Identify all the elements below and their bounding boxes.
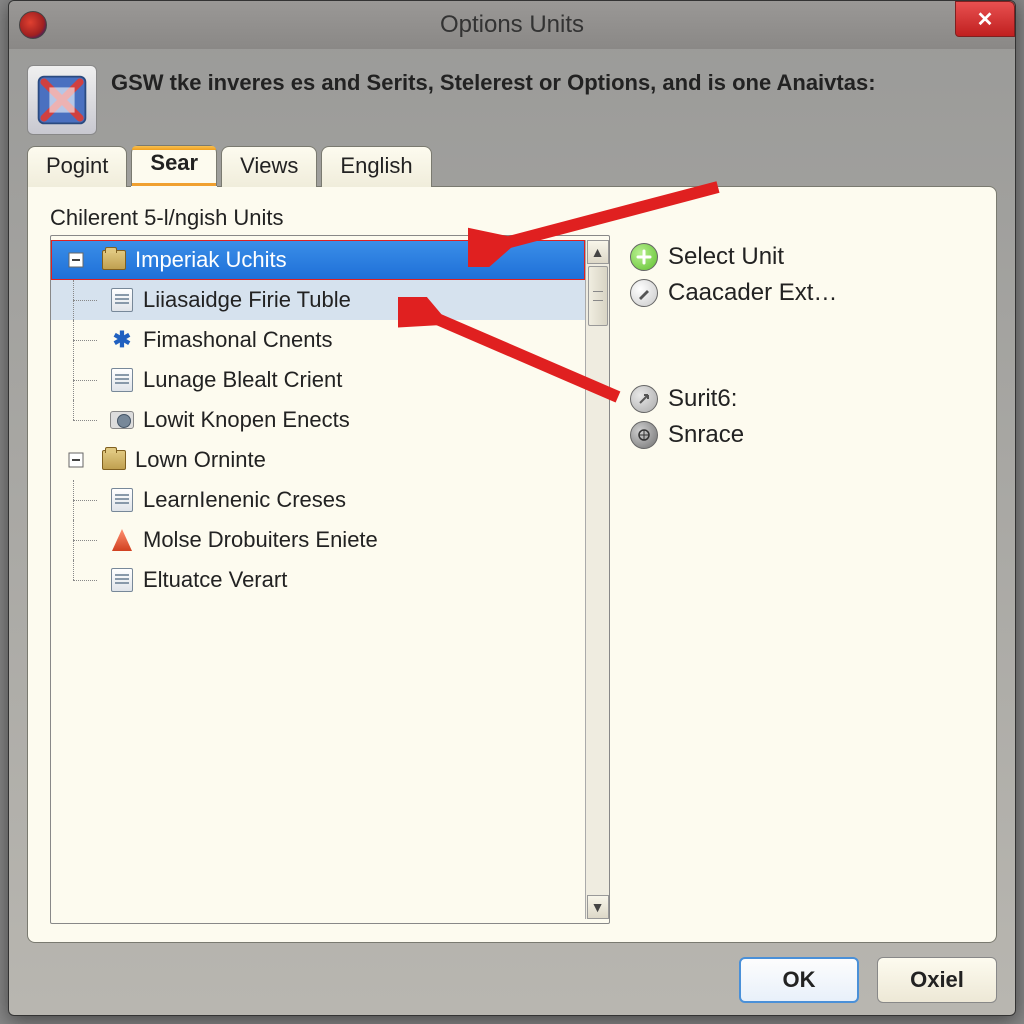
expand-icon[interactable] (61, 246, 91, 274)
snrace-label: Snrace (668, 421, 744, 449)
document-icon (107, 566, 137, 594)
unit-tree: Imperiak UchitsLiiasaidge Firie Tuble✱Fi… (50, 235, 610, 924)
caacader-action[interactable]: Caacader Ext… (630, 275, 974, 311)
folder-icon (99, 446, 129, 474)
tree-item-label: Imperiak Uchits (135, 247, 287, 273)
header-icon (27, 65, 97, 135)
select-unit-label: Select Unit (668, 243, 784, 271)
select-unit-action[interactable]: Select Unit (630, 239, 974, 275)
tree-scrollbar[interactable]: ▲ ▼ (585, 240, 609, 919)
chevron-down-icon: ▼ (591, 899, 605, 915)
camera-icon (107, 406, 137, 434)
surit-action[interactable]: Surit6: (630, 381, 974, 417)
asterisk-icon: ✱ (107, 326, 137, 354)
tree-item-label: Liiasaidge Firie Tuble (143, 287, 351, 313)
tab-pogint[interactable]: Pogint (27, 146, 127, 187)
tree-item-label: Molse Drobuiters Eniete (143, 527, 378, 553)
tree-item-label: Fimashonal Cnents (143, 327, 333, 353)
ok-button[interactable]: OK (739, 957, 859, 1003)
content-row: Imperiak UchitsLiiasaidge Firie Tuble✱Fi… (50, 235, 974, 924)
tab-row: Pogint Sear Views English (27, 145, 997, 186)
tree-item-label: Eltuatce Verart (143, 567, 287, 593)
tree-item[interactable]: ✱Fimashonal Cnents (51, 320, 585, 360)
options-window: Options Units ✕ GSW tke inveres es and S… (8, 0, 1016, 1016)
tree-item-label: LearnIenenic Creses (143, 487, 346, 513)
scroll-thumb[interactable] (588, 266, 608, 326)
tree-item[interactable]: Imperiak Uchits (51, 240, 585, 280)
titlebar: Options Units ✕ (9, 1, 1015, 49)
tree-item[interactable]: Lowit Knopen Enects (51, 400, 585, 440)
arrow-icon (630, 385, 658, 413)
tab-sear[interactable]: Sear (131, 145, 217, 186)
cancel-button[interactable]: Oxiel (877, 957, 997, 1003)
dialog-buttons: OK Oxiel (27, 943, 997, 1003)
document-icon (107, 486, 137, 514)
window-title: Options Units (440, 11, 584, 39)
header-description: GSW tke inveres es and Serits, Stelerest… (111, 65, 876, 135)
tree-item-label: Lowit Knopen Enects (143, 407, 350, 433)
chevron-up-icon: ▲ (591, 244, 605, 260)
header-row: GSW tke inveres es and Serits, Stelerest… (27, 65, 997, 135)
tree-item[interactable]: Lunage Blealt Crient (51, 360, 585, 400)
plus-icon (630, 243, 658, 271)
close-button[interactable]: ✕ (955, 1, 1015, 37)
tab-panel: Chilerent 5-l/ngish Units Imperiak Uchit… (27, 186, 997, 943)
document-icon (107, 366, 137, 394)
scroll-down-button[interactable]: ▼ (587, 895, 609, 919)
tree-item[interactable]: Molse Drobuiters Eniete (51, 520, 585, 560)
tree-wrap: Imperiak UchitsLiiasaidge Firie Tuble✱Fi… (50, 235, 610, 924)
dialog-body: GSW tke inveres es and Serits, Stelerest… (9, 49, 1015, 1015)
tab-english[interactable]: English (321, 146, 431, 187)
folder-icon (99, 246, 129, 274)
close-icon: ✕ (977, 7, 994, 32)
tree-item-label: Lown Orninte (135, 447, 266, 473)
tree-item[interactable]: Lown Orninte (51, 440, 585, 480)
tree-item[interactable]: Eltuatce Verart (51, 560, 585, 600)
app-icon (19, 11, 47, 39)
tree-item[interactable]: Liiasaidge Firie Tuble (51, 280, 585, 320)
tree-item-label: Lunage Blealt Crient (143, 367, 342, 393)
surit-label: Surit6: (668, 385, 737, 413)
expand-icon[interactable] (61, 446, 91, 474)
scroll-up-button[interactable]: ▲ (587, 240, 609, 264)
panel-title: Chilerent 5-l/ngish Units (50, 205, 974, 231)
tab-views[interactable]: Views (221, 146, 317, 187)
document-icon (107, 286, 137, 314)
tree-item[interactable]: LearnIenenic Creses (51, 480, 585, 520)
pencil-icon (630, 279, 658, 307)
caacader-label: Caacader Ext… (668, 279, 837, 307)
side-actions: Select Unit Caacader Ext… Surit6: (630, 235, 974, 924)
warning-icon (107, 526, 137, 554)
snrace-action[interactable]: Snrace (630, 417, 974, 453)
globe-icon (630, 421, 658, 449)
